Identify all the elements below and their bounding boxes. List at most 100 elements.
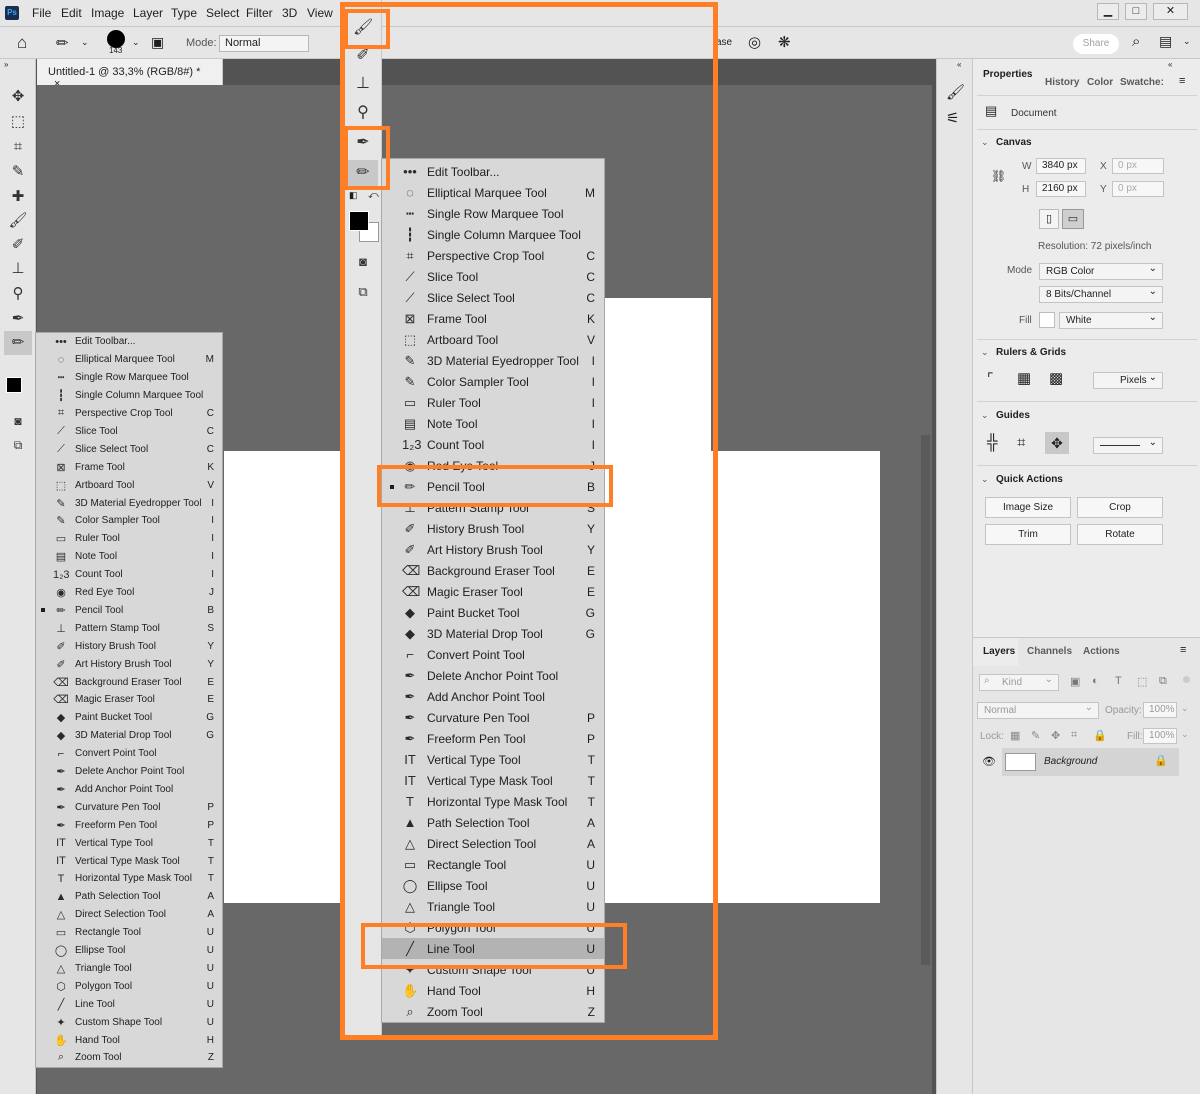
- flyout-item[interactable]: ◉ Red Eye Tool J: [36, 584, 222, 602]
- kind-filter-select[interactable]: Kind: [979, 674, 1059, 691]
- chevron-down-icon[interactable]: ⌄: [981, 347, 989, 358]
- image-filter-icon[interactable]: ▣: [1070, 675, 1080, 688]
- pressure-icon[interactable]: ◎: [748, 33, 761, 51]
- workspace-icon[interactable]: ▤: [1159, 33, 1172, 50]
- eyedropper-tool-icon[interactable]: ✎: [8, 162, 28, 182]
- move-tool-icon[interactable]: ✥: [8, 87, 28, 107]
- chevron-down-icon[interactable]: ⌄: [1181, 703, 1189, 714]
- chevron-down-icon[interactable]: ⌄: [981, 137, 989, 148]
- blend-mode-select[interactable]: Normal: [977, 702, 1099, 719]
- flyout-item[interactable]: ⬚ Artboard Tool V: [36, 476, 222, 494]
- flyout-item[interactable]: ⌐ Convert Point Tool: [36, 745, 222, 763]
- portrait-icon[interactable]: ▯: [1039, 209, 1059, 229]
- fill-field[interactable]: 100%: [1143, 728, 1177, 744]
- link-icon[interactable]: ⛓: [991, 169, 1006, 183]
- pencil-preset-icon[interactable]: ✏: [56, 34, 69, 52]
- flyout-item[interactable]: ⌕ Zoom Tool Z: [36, 1049, 222, 1067]
- lock-brush-icon[interactable]: ✎: [1031, 729, 1040, 742]
- tab-color[interactable]: Color: [1087, 77, 1113, 88]
- share-button[interactable]: Share: [1073, 34, 1119, 54]
- search-icon[interactable]: ⌕: [1132, 33, 1140, 50]
- flyout-item[interactable]: ◌ Elliptical Marquee Tool M: [36, 351, 222, 369]
- flyout-item[interactable]: △ Direct Selection Tool A: [36, 906, 222, 924]
- flyout-item[interactable]: △ Triangle Tool U: [36, 960, 222, 978]
- flyout-item[interactable]: ••• Edit Toolbar...: [36, 333, 222, 351]
- tab-properties[interactable]: Properties: [983, 69, 1032, 80]
- grid-icon[interactable]: ▦: [1017, 369, 1031, 387]
- bit-depth-select[interactable]: 8 Bits/Channel: [1039, 286, 1163, 303]
- stamp-tool-icon[interactable]: ⊥: [8, 259, 28, 279]
- landscape-icon[interactable]: ▭: [1062, 209, 1084, 229]
- panel-menu-icon[interactable]: ≡: [1180, 644, 1186, 656]
- quick-mask-icon[interactable]: ◙: [8, 411, 28, 431]
- rotate-button[interactable]: Rotate: [1077, 524, 1163, 545]
- brush-settings-icon[interactable]: 🖌: [946, 83, 965, 101]
- flyout-item[interactable]: ▭ Rectangle Tool U: [36, 924, 222, 942]
- width-field[interactable]: 3840 px: [1036, 158, 1086, 174]
- document-tab[interactable]: Untitled-1 @ 33,3% (RGB/8#) * ×: [37, 59, 223, 90]
- flyout-item[interactable]: ✋ Hand Tool H: [36, 1031, 222, 1049]
- smart-guides-icon[interactable]: ✥: [1045, 432, 1069, 454]
- flyout-item[interactable]: ⬡ Polygon Tool U: [36, 977, 222, 995]
- menu-edit[interactable]: Edit: [61, 6, 82, 20]
- eye-icon[interactable]: 👁: [982, 755, 996, 768]
- mode-select[interactable]: Normal: [219, 35, 309, 52]
- tab-actions[interactable]: Actions: [1083, 646, 1120, 657]
- menu-image[interactable]: Image: [91, 6, 124, 20]
- chevron-down-icon[interactable]: ⌄: [1181, 729, 1189, 740]
- units-select[interactable]: Pixels: [1093, 372, 1163, 389]
- flyout-item[interactable]: ⊥ Pattern Stamp Tool S: [36, 619, 222, 637]
- x-field[interactable]: 0 px: [1112, 158, 1164, 174]
- panel-menu-icon[interactable]: ≡: [1179, 75, 1185, 87]
- brush-tool-icon[interactable]: 🖌: [8, 211, 28, 231]
- flyout-item[interactable]: ✒ Freeform Pen Tool P: [36, 816, 222, 834]
- flyout-item[interactable]: ▲ Path Selection Tool A: [36, 888, 222, 906]
- marquee-tool-icon[interactable]: ⬚: [8, 112, 28, 132]
- flyout-item[interactable]: ▤ Note Tool I: [36, 548, 222, 566]
- image-size-button[interactable]: Image Size: [985, 497, 1071, 518]
- crop-tool-icon[interactable]: ⌗: [8, 137, 28, 157]
- filter-toggle-icon[interactable]: [1183, 676, 1190, 683]
- tab-channels[interactable]: Channels: [1027, 646, 1072, 657]
- tab-history[interactable]: History: [1045, 77, 1079, 88]
- flyout-item[interactable]: ⌫ Background Eraser Tool E: [36, 673, 222, 691]
- flyout-item[interactable]: IT Vertical Type Tool T: [36, 834, 222, 852]
- flyout-item[interactable]: ✦ Custom Shape Tool U: [36, 1013, 222, 1031]
- collapse-icon[interactable]: »: [4, 60, 8, 69]
- chevron-down-icon[interactable]: ⌄: [132, 37, 140, 48]
- pixel-grid-icon[interactable]: ▩: [1049, 369, 1063, 387]
- home-icon[interactable]: ⌂: [17, 33, 27, 53]
- layer-row-background[interactable]: Background 🔒: [1002, 748, 1179, 776]
- color-mode-select[interactable]: RGB Color: [1039, 263, 1163, 280]
- menu-3d[interactable]: 3D: [282, 6, 297, 20]
- tab-layers[interactable]: Layers: [983, 646, 1015, 657]
- flyout-item[interactable]: ⊠ Frame Tool K: [36, 458, 222, 476]
- guide-icon[interactable]: ╬: [987, 434, 998, 451]
- menu-filter[interactable]: Filter: [246, 6, 273, 20]
- trim-button[interactable]: Trim: [985, 524, 1071, 545]
- height-field[interactable]: 2160 px: [1036, 181, 1086, 197]
- menu-select[interactable]: Select: [206, 6, 239, 20]
- flyout-item[interactable]: ┇ Single Column Marquee Tool: [36, 387, 222, 405]
- menu-type[interactable]: Type: [171, 6, 197, 20]
- scrollbar[interactable]: [921, 435, 930, 965]
- flyout-item[interactable]: ✒ Curvature Pen Tool P: [36, 798, 222, 816]
- chevron-down-icon[interactable]: ⌄: [981, 410, 989, 421]
- fill-swatch[interactable]: [1039, 312, 1055, 328]
- flyout-item[interactable]: ✒ Add Anchor Point Tool: [36, 781, 222, 799]
- brush-tool-icon[interactable]: ✐: [8, 235, 28, 255]
- type-filter-icon[interactable]: T: [1115, 675, 1122, 687]
- layer-name[interactable]: Background: [1044, 756, 1097, 767]
- flyout-item[interactable]: ⟋ Slice Select Tool C: [36, 440, 222, 458]
- flyout-item[interactable]: ▭ Ruler Tool I: [36, 530, 222, 548]
- flyout-item[interactable]: ✒ Delete Anchor Point Tool: [36, 763, 222, 781]
- minimize-icon[interactable]: ▁: [1097, 3, 1119, 20]
- chevron-down-icon[interactable]: ⌄: [1183, 36, 1191, 47]
- screen-mode-icon[interactable]: ⧉: [8, 435, 28, 455]
- fill-select[interactable]: White: [1059, 312, 1163, 329]
- adjustment-filter-icon[interactable]: ◐: [1092, 675, 1099, 687]
- opacity-field[interactable]: 100%: [1143, 702, 1177, 718]
- ruler-icon[interactable]: ⌜: [987, 370, 994, 387]
- flyout-item[interactable]: ⌫ Magic Eraser Tool E: [36, 691, 222, 709]
- brush-panel-icon[interactable]: ▣: [151, 34, 164, 51]
